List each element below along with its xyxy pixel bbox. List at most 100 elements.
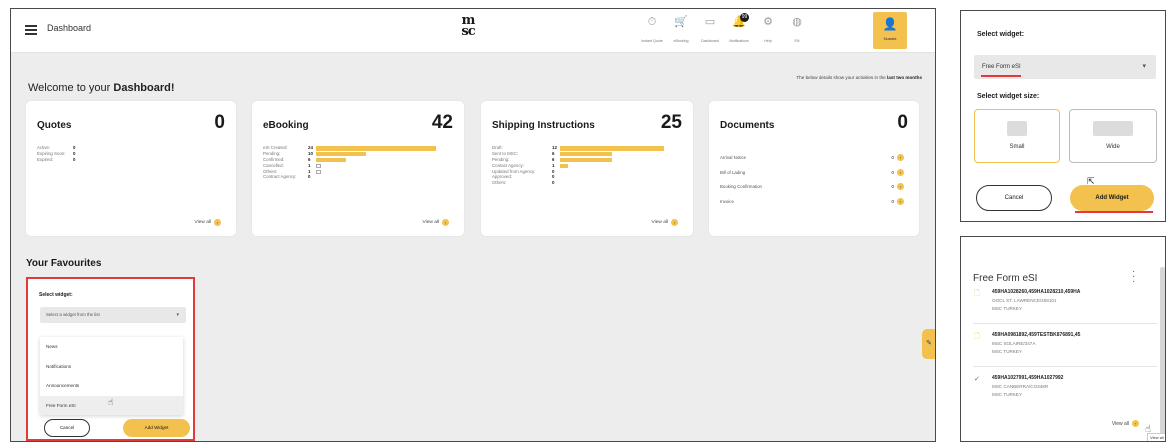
stat-label: Contract Agency: — [263, 174, 297, 180]
cancel-button[interactable]: Cancel — [976, 185, 1052, 211]
cancel-button[interactable]: Cancel — [44, 419, 90, 437]
stat-bar — [560, 163, 569, 169]
card-count: 25 — [660, 112, 682, 133]
arrow-right-icon[interactable]: › — [897, 197, 904, 205]
document-label: Invoice — [720, 198, 734, 204]
nav-dashboard[interactable]: ▭ Dashboard — [697, 13, 723, 43]
select-widget-size-label: Select widget size: — [977, 93, 1040, 100]
tooltip: View all — [1147, 433, 1165, 441]
widget-title: Free Form eSI — [973, 273, 1038, 284]
highlight-underline — [1075, 211, 1153, 213]
divider — [973, 366, 1157, 367]
card-count: 42 — [431, 112, 453, 133]
top-navigation-bar: Dashboard m sc ⏱ Instant Quote 🛒 eBooking… — [11, 9, 935, 53]
check-icon: ✓ — [974, 376, 980, 383]
document-row[interactable]: Invoice 0 › — [720, 197, 904, 214]
ebooking-icon: 🛒 — [674, 16, 688, 28]
card-title: eBooking — [263, 120, 309, 131]
dashboard-icon: ▭ — [704, 16, 716, 28]
select-widget-label: Select widget: — [39, 292, 73, 298]
add-widget-button[interactable]: Add Widget — [123, 419, 190, 437]
favourites-heading: Your Favourites — [26, 258, 102, 269]
stat-bar — [560, 157, 612, 163]
stat-bar — [316, 146, 436, 151]
stat-bar — [316, 169, 321, 175]
page-title: Dashboard — [47, 23, 92, 33]
document-count: 0 — [891, 169, 894, 175]
chevron-down-icon: ▾ — [1142, 63, 1146, 70]
arrow-right-icon: › — [214, 219, 221, 226]
ebooking-card: eBooking 42 eSI Created: 24 Pending: 10 Conf… — [252, 101, 464, 236]
stat-bar — [560, 146, 664, 151]
stat-label: Expired: — [37, 156, 54, 162]
menu-icon[interactable] — [25, 25, 37, 35]
widget-configuration-inset: Select widget: Free Form eSI ▾ Select wi… — [960, 10, 1166, 222]
size-option-small[interactable]: Small — [974, 109, 1060, 163]
widget-select[interactable]: Select a widget from the list ▾ — [40, 307, 186, 323]
user-icon: 👤 — [882, 17, 898, 31]
card-title: Documents — [720, 120, 775, 131]
arrow-right-icon[interactable]: › — [897, 183, 904, 190]
nav-notifications[interactable]: 🔔 99 Notifications — [726, 13, 752, 43]
nav-help[interactable]: ⚙ Help — [755, 13, 781, 43]
divider — [973, 323, 1157, 324]
document-icon: 🗋 — [974, 290, 980, 297]
widget-option-announcements[interactable]: Announcements — [40, 376, 183, 396]
help-icon: ⚙ — [763, 16, 773, 28]
nav-ebooking[interactable]: 🛒 eBooking — [668, 13, 694, 43]
document-count: 0 — [891, 155, 894, 160]
nav-icons: ⏱ Instant Quote 🛒 eBooking ▭ Dashboard 🔔… — [639, 13, 813, 43]
period-note: The below details show your activities i… — [796, 75, 922, 80]
card-title: Quotes — [37, 120, 72, 131]
quotes-card: Quotes 0 Active: 0 Expiring Soon: 0 Expired:… — [26, 101, 236, 236]
stat-bar — [560, 151, 612, 157]
nav-language[interactable]: ◍ EN — [784, 13, 810, 43]
welcome-heading: Welcome to your Dashboard! — [28, 82, 175, 94]
wide-size-icon — [1093, 121, 1133, 136]
small-size-icon — [1007, 121, 1027, 136]
select-widget-panel: Select widget: Select a widget from the … — [26, 277, 195, 441]
widget-option-news[interactable]: News — [40, 337, 183, 357]
scrollbar[interactable] — [1160, 267, 1165, 441]
arrow-cursor-icon: ⇱ — [1087, 176, 1095, 186]
stat-bar — [316, 163, 321, 169]
stat-bar — [316, 157, 346, 163]
stat-bar — [316, 151, 367, 157]
feedback-tab[interactable]: ✎ — [922, 329, 935, 359]
view-all-link[interactable]: View all › — [195, 219, 221, 226]
widget-option-notifications[interactable]: Notifications — [40, 357, 183, 377]
document-row[interactable]: Arrival Notice 0 › — [720, 154, 904, 170]
msc-logo[interactable]: m sc — [456, 14, 480, 38]
document-count: 0 — [891, 198, 894, 204]
free-form-esi-widget: Free Form eSI · · · 🗋 459HA1028260,459HA10… — [960, 236, 1166, 442]
view-all-link[interactable]: View all › — [1112, 420, 1139, 427]
select-widget-label: Select widget: — [977, 31, 1025, 38]
stat-value: 0 — [552, 180, 555, 186]
notification-badge: 99 — [740, 13, 749, 22]
arrow-right-icon: › — [442, 219, 449, 226]
card-count: 0 — [214, 112, 225, 133]
card-count: 0 — [897, 112, 908, 133]
arrow-right-icon: › — [671, 219, 678, 226]
document-row[interactable]: Bill of Lading 0 › — [720, 168, 904, 185]
arrow-right-icon[interactable]: › — [897, 168, 904, 176]
user-account-button[interactable]: 👤 Mustafa — [873, 12, 907, 49]
stat-value: 0 — [308, 174, 311, 180]
view-all-link[interactable]: View all › — [423, 219, 449, 226]
view-all-link[interactable]: View all › — [652, 219, 678, 226]
document-icon: 🗋 — [974, 333, 980, 340]
arrow-right-icon: › — [1132, 420, 1139, 427]
shipping-instructions-card: Shipping Instructions 25 Draft: 12 Sent to… — [481, 101, 693, 236]
more-options-icon[interactable]: · · · — [1132, 267, 1135, 287]
nav-instant-quote[interactable]: ⏱ Instant Quote — [639, 13, 665, 43]
document-label: Bill of Lading — [720, 169, 746, 175]
document-row[interactable]: Booking Confirmation 0 › — [720, 183, 904, 199]
pointer-cursor-icon: ☝ — [108, 397, 114, 407]
document-count: 0 — [891, 184, 894, 189]
add-widget-button[interactable]: Add Widget — [1070, 185, 1154, 211]
arrow-right-icon[interactable]: › — [897, 154, 904, 161]
chevron-down-icon: ▾ — [176, 312, 179, 318]
feedback-icon: ✎ — [926, 340, 932, 347]
size-option-wide[interactable]: Wide — [1069, 109, 1157, 163]
highlight-underline — [981, 75, 1021, 77]
